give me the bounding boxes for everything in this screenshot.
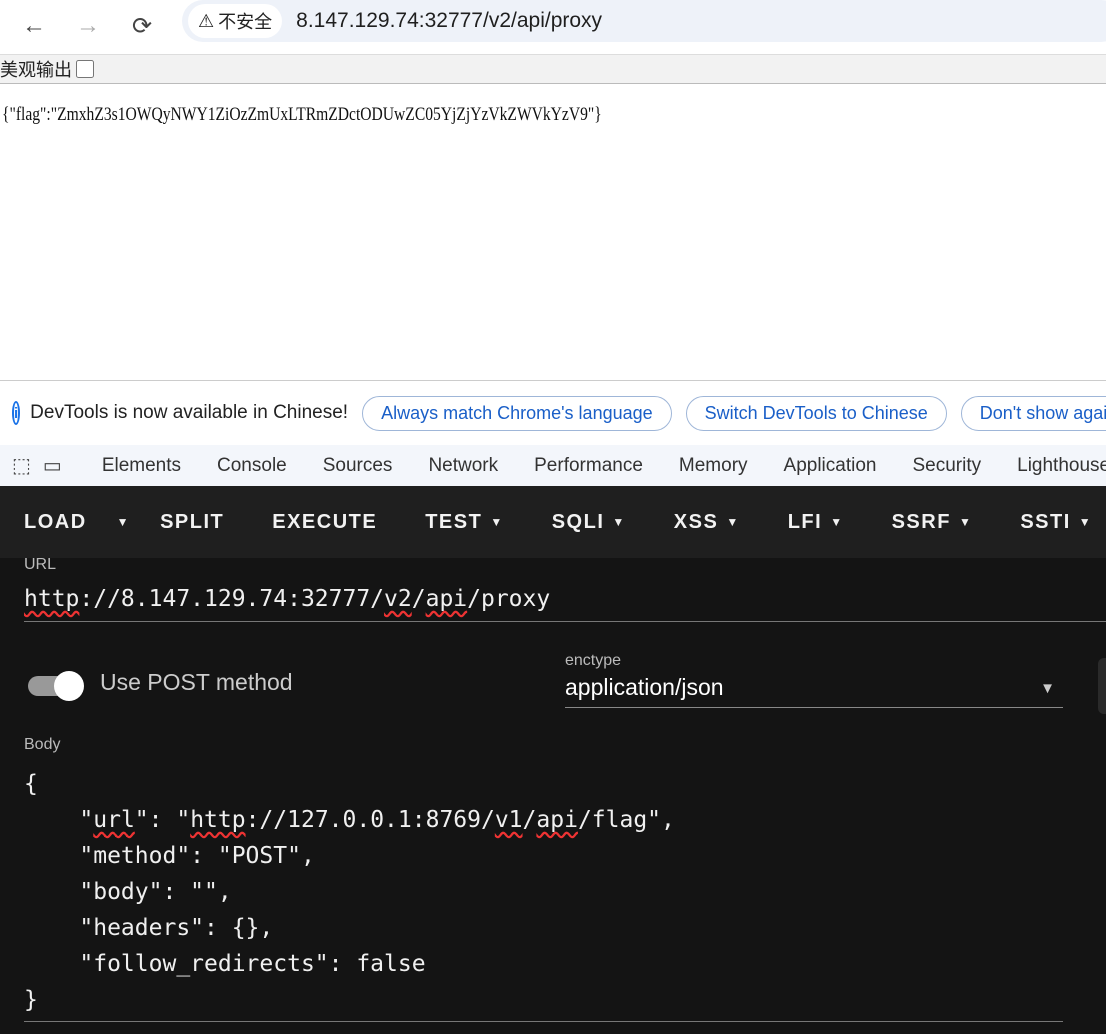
tab-application[interactable]: Application: [784, 455, 877, 477]
lfi-menu-button[interactable]: LFI ▼: [764, 511, 868, 534]
browser-toolbar: ← → ⟳ ⚠ 不安全 8.147.129.74:32777/v2/api/pr…: [0, 0, 1106, 52]
split-label: SPLIT: [160, 510, 225, 533]
devtools-tabbar: ⬚ ▭ Elements Console Sources Network Per…: [0, 445, 1106, 486]
pretty-print-checkbox[interactable]: [76, 60, 94, 78]
tab-memory[interactable]: Memory: [679, 455, 748, 477]
tab-network[interactable]: Network: [428, 455, 498, 477]
hackbar-panel: LOAD ▼ SPLIT EXECUTE TEST ▼ SQLI ▼ XSS ▼ LF…: [0, 486, 1106, 1034]
dropdown-arrow-icon: ▼: [1040, 680, 1055, 697]
address-text[interactable]: 8.147.129.74:32777/v2/api/proxy: [296, 9, 602, 33]
caret-down-icon: ▼: [1078, 515, 1093, 529]
reload-button[interactable]: ⟳: [122, 8, 162, 44]
always-match-language-button[interactable]: Always match Chrome's language: [362, 395, 672, 431]
tab-sources[interactable]: Sources: [323, 455, 393, 477]
url-part: http: [24, 586, 80, 612]
body-line: {: [24, 771, 38, 797]
side-panel-handle[interactable]: [1098, 658, 1106, 714]
url-part: api: [425, 586, 468, 612]
enctype-select[interactable]: application/json ▼: [565, 674, 1063, 708]
split-button[interactable]: SPLIT: [136, 511, 248, 534]
url-label: URL: [24, 556, 57, 573]
infobar-message: DevTools is now available in Chinese!: [30, 402, 349, 423]
body-line: "headers": {},: [24, 915, 274, 941]
post-method-label: Use POST method: [100, 669, 293, 695]
dont-show-again-button[interactable]: Don't show again: [960, 395, 1106, 431]
warning-icon: ⚠: [198, 10, 215, 31]
load-label: LOAD: [24, 510, 87, 533]
body-line: }: [24, 987, 38, 1013]
caret-down-icon: ▼: [116, 515, 131, 529]
body-line: "method": "POST",: [24, 843, 315, 869]
ssti-menu-button[interactable]: SSTI ▼: [996, 511, 1106, 534]
pretty-print-bar: 美观输出: [0, 54, 1106, 84]
sqli-menu-button[interactable]: SQLI ▼: [528, 511, 650, 534]
tab-performance[interactable]: Performance: [534, 455, 643, 477]
device-toolbar-icon[interactable]: ▭: [43, 453, 62, 478]
forward-button[interactable]: →: [68, 8, 108, 44]
sqli-label: SQLI: [551, 510, 605, 533]
body-textarea[interactable]: { "url": "http://127.0.0.1:8769/v1/api/f…: [24, 766, 1063, 1022]
switch-to-chinese-button[interactable]: Switch DevTools to Chinese: [685, 395, 947, 431]
security-label: 不安全: [218, 12, 273, 32]
tab-lighthouse[interactable]: Lighthouse: [1017, 455, 1106, 477]
back-button[interactable]: ←: [14, 8, 54, 44]
ssrf-menu-button[interactable]: SSRF ▼: [868, 511, 997, 534]
ssrf-label: SSRF: [891, 510, 951, 533]
execute-button[interactable]: EXECUTE: [248, 511, 401, 534]
pretty-print-label: 美观输出: [0, 60, 72, 81]
caret-down-icon: ▼: [726, 515, 740, 529]
test-menu-button[interactable]: TEST ▼: [401, 511, 528, 534]
caret-down-icon: ▼: [830, 515, 844, 529]
url-part: ://8.147.129.74:32777/: [79, 586, 385, 612]
body-line: "body": "",: [24, 879, 232, 905]
hackbar-toolbar: LOAD ▼ SPLIT EXECUTE TEST ▼ SQLI ▼ XSS ▼ LF…: [0, 486, 1106, 558]
caret-down-icon: ▼: [958, 515, 973, 529]
tab-security[interactable]: Security: [912, 455, 981, 477]
caret-down-icon: ▼: [490, 515, 504, 529]
load-dropdown-button[interactable]: ▼: [111, 515, 136, 529]
enctype-label: enctype: [565, 652, 622, 669]
devtools-infobar: i DevTools is now available in Chinese! …: [0, 380, 1106, 445]
tab-elements[interactable]: Elements: [102, 455, 181, 477]
toggle-knob: [54, 671, 84, 701]
info-icon: i: [12, 401, 21, 425]
ssti-label: SSTI: [1020, 510, 1071, 533]
tab-console[interactable]: Console: [217, 455, 287, 477]
address-bar[interactable]: ⚠ 不安全 8.147.129.74:32777/v2/api/proxy: [182, 0, 1106, 42]
enctype-value: application/json: [565, 674, 724, 700]
body-line: "follow_redirects": false: [24, 951, 426, 977]
body-line: "url": "http://127.0.0.1:8769/v1/api/fla…: [24, 807, 675, 833]
post-method-toggle[interactable]: [26, 671, 84, 701]
test-label: TEST: [425, 510, 483, 533]
url-part: /: [411, 586, 426, 612]
body-label: Body: [24, 736, 61, 753]
caret-down-icon: ▼: [612, 515, 626, 529]
xss-menu-button[interactable]: XSS ▼: [650, 511, 764, 534]
execute-label: EXECUTE: [272, 510, 378, 533]
xss-label: XSS: [673, 510, 719, 533]
lfi-label: LFI: [787, 510, 823, 533]
response-body: {"flag":"ZmxhZ3s1OWQyNWY1ZiOzZmUxLTRmZDc…: [2, 104, 602, 125]
url-part: v2: [384, 586, 412, 612]
inspect-element-icon[interactable]: ⬚: [12, 453, 31, 478]
load-button[interactable]: LOAD: [0, 511, 111, 534]
security-chip[interactable]: ⚠ 不安全: [188, 4, 283, 38]
url-part: /proxy: [467, 586, 551, 612]
url-input[interactable]: http://8.147.129.74:32777/v2/api/proxy: [24, 584, 1106, 622]
